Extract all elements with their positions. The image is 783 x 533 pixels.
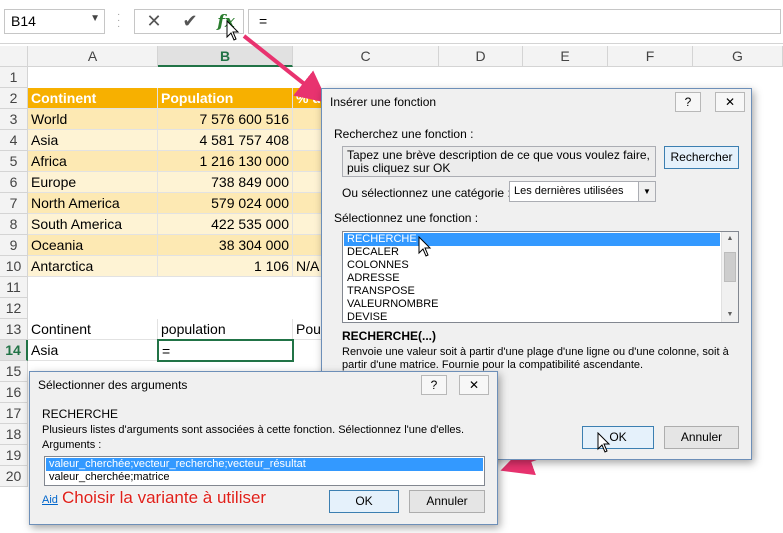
help-link[interactable]: Aid [42,494,58,506]
help-icon[interactable]: ? [421,375,447,395]
category-label: Ou sélectionnez une catégorie : [342,186,511,200]
mouse-cursor-icon [226,20,240,41]
annotation-label: Choisir la variante à utiliser [62,488,267,507]
ok-button[interactable]: OK [329,490,399,513]
cancel-button[interactable]: Annuler [664,426,739,449]
list-item[interactable]: COLONNES [344,259,720,272]
list-item[interactable]: DEVISE [344,311,720,322]
function-description: Renvoie une valeur soit à partir d'une p… [342,346,729,371]
chevron-down-icon[interactable]: ▼ [638,182,655,201]
list-scrollbar[interactable]: ▲ ▼ [721,232,738,322]
list-item[interactable]: RECHERCHE [344,233,720,246]
category-select[interactable]: Les dernières utilisées ▼ [509,181,656,202]
cancel-button[interactable]: Annuler [409,490,485,513]
search-button[interactable]: Rechercher [664,146,739,169]
mouse-cursor-icon [418,236,432,257]
list-item[interactable]: ADRESSE [344,272,720,285]
list-item[interactable]: valeur_cherchée;vecteur_recherche;vecteu… [46,458,483,471]
close-icon[interactable]: ✕ [715,92,745,112]
category-value: Les dernières utilisées [514,185,624,197]
arguments-label: Arguments : [42,439,102,451]
list-item[interactable]: VALEURNOMBRE [344,298,720,311]
mouse-cursor-icon [597,432,611,453]
scroll-up-icon[interactable]: ▲ [722,232,738,246]
close-icon[interactable]: ✕ [459,375,489,395]
function-name: RECHERCHE [42,407,119,421]
arrow-to-insert-function [242,34,329,103]
function-list[interactable]: RECHERCHE DECALER COLONNES ADRESSE TRANS… [342,231,739,323]
search-label: Recherchez une fonction : [334,127,474,141]
scroll-thumb[interactable] [724,252,736,282]
arguments-info: Plusieurs listes d'arguments sont associ… [42,424,465,436]
list-item[interactable]: DECALER [344,246,720,259]
search-input[interactable]: Tapez une brève description de ce que vo… [342,146,656,177]
ok-button[interactable]: OK [582,426,654,449]
arguments-list[interactable]: valeur_cherchée;vecteur_recherche;vecteu… [44,456,485,486]
select-function-label: Sélectionnez une fonction : [334,211,479,225]
scroll-down-icon[interactable]: ▼ [722,308,738,322]
list-item[interactable]: valeur_cherchée;matrice [46,471,483,484]
list-item[interactable]: TRANSPOSE [344,285,720,298]
function-signature: RECHERCHE(...) [342,329,437,343]
help-icon[interactable]: ? [675,92,701,112]
